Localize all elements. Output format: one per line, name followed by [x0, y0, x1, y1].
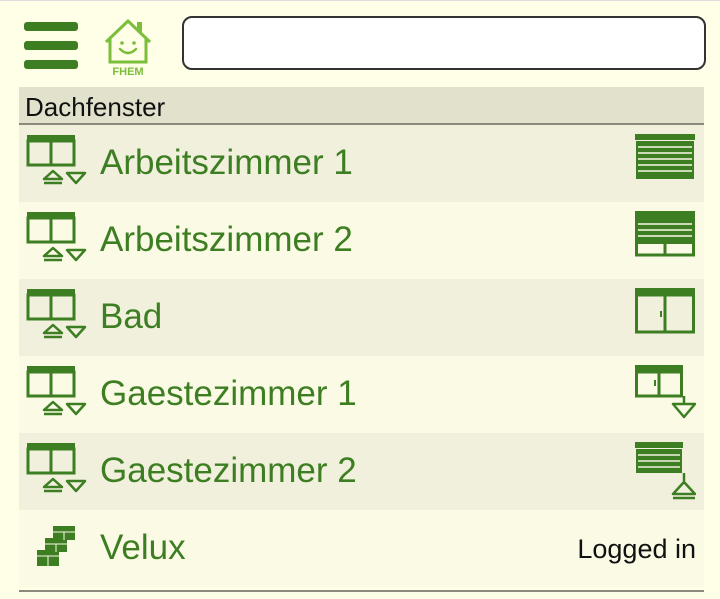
menu-icon[interactable] [24, 22, 78, 70]
logo-text: FHEM [112, 66, 143, 77]
window-open-icon[interactable] [634, 287, 696, 342]
panel-bottom-divider [19, 590, 704, 592]
top-bar: FHEM [0, 0, 720, 87]
device-name[interactable]: Bad [100, 297, 162, 337]
device-row-velux[interactable]: Velux Logged in [19, 510, 704, 587]
device-name[interactable]: Gaestezimmer 2 [100, 451, 357, 491]
device-name[interactable]: Velux [100, 528, 186, 568]
room-header: Dachfenster [19, 87, 704, 125]
shutter-device-icon [25, 364, 89, 426]
device-row-arbeitszimmer-1[interactable]: Arbeitszimmer 1 [19, 125, 704, 202]
shade-down-icon[interactable] [634, 364, 697, 435]
windows-group-icon [33, 522, 97, 584]
fhem-logo[interactable]: FHEM [100, 15, 156, 78]
search-input[interactable] [182, 16, 706, 70]
device-name[interactable]: Arbeitszimmer 2 [100, 220, 353, 260]
room-title: Dachfenster [25, 92, 166, 122]
device-state: Logged in [577, 534, 696, 564]
shutter-device-icon [25, 210, 89, 272]
device-row-arbeitszimmer-2[interactable]: Arbeitszimmer 2 [19, 202, 704, 279]
device-name[interactable]: Arbeitszimmer 1 [100, 143, 353, 183]
device-row-gaestezimmer-1[interactable]: Gaestezimmer 1 [19, 356, 704, 433]
shutter-device-icon [25, 287, 89, 349]
room-panel: Dachfenster Arbeitszimmer 1 Arbeitszimme… [19, 87, 704, 593]
shade-closed-icon[interactable] [634, 133, 696, 188]
shade-mostly-closed-icon[interactable] [634, 210, 696, 265]
shutter-device-icon [25, 133, 89, 195]
device-name[interactable]: Gaestezimmer 1 [100, 374, 357, 414]
device-row-gaestezimmer-2[interactable]: Gaestezimmer 2 [19, 433, 704, 510]
shade-up-icon[interactable] [634, 441, 697, 512]
shutter-device-icon [25, 441, 89, 503]
device-row-bad[interactable]: Bad [19, 279, 704, 356]
